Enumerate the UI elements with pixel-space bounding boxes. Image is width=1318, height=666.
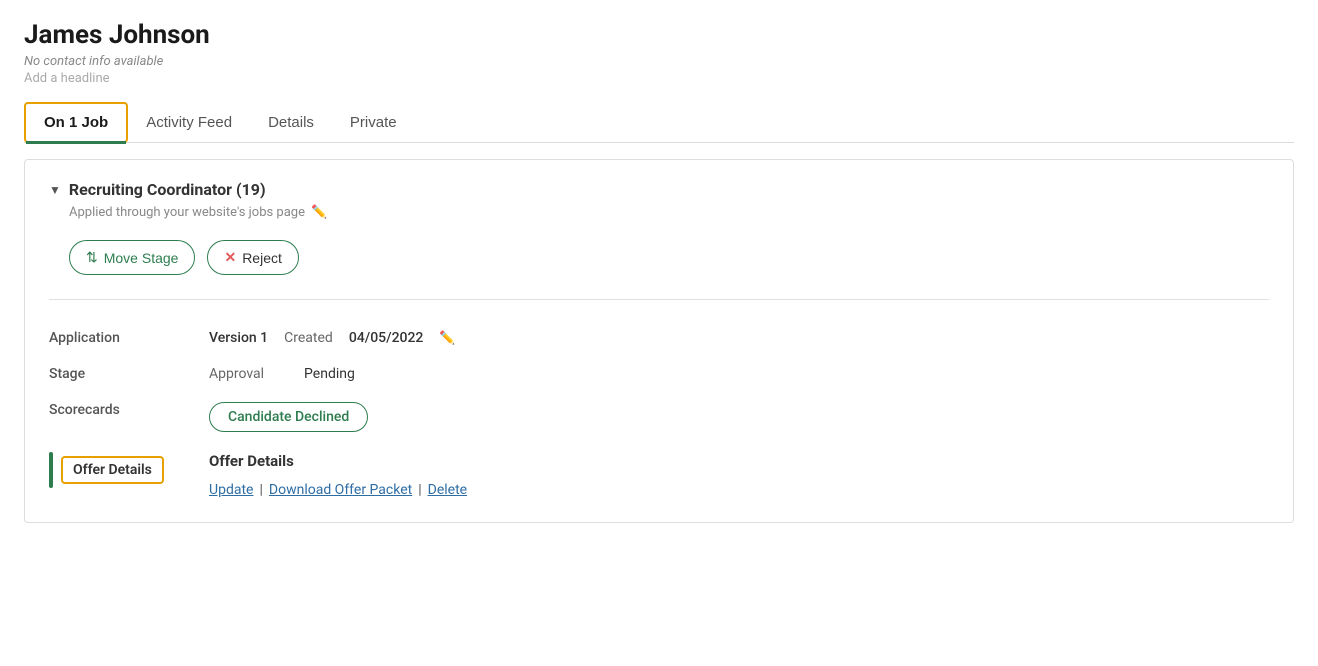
scorecards-value: Candidate Declined <box>209 392 1269 442</box>
offer-bar-indicator <box>49 452 53 488</box>
offer-details-value: Offer Details Update | Download Offer Pa… <box>209 442 1269 498</box>
move-stage-label: Move Stage <box>104 250 179 266</box>
candidate-declined-badge: Candidate Declined <box>209 402 368 432</box>
info-grid: Application Version 1 Created 04/05/2022… <box>49 320 1269 498</box>
candidate-header: James Johnson No contact info available … <box>24 20 1294 86</box>
created-label: Created <box>284 330 333 346</box>
pending-label: Pending <box>304 366 355 382</box>
job-panel: ▼ Recruiting Coordinator (19) Applied th… <box>24 159 1294 523</box>
move-stage-icon: ⇅ <box>86 249 98 266</box>
application-label: Application <box>49 320 209 356</box>
applied-through-text: Applied through your website's jobs page <box>69 205 305 220</box>
tab-details[interactable]: Details <box>250 102 332 142</box>
tab-activity-feed[interactable]: Activity Feed <box>128 102 250 142</box>
offer-links: Update | Download Offer Packet | Delete <box>209 482 467 498</box>
job-title: Recruiting Coordinator (19) <box>69 180 266 199</box>
download-link[interactable]: Download Offer Packet <box>269 482 412 498</box>
tab-private[interactable]: Private <box>332 102 415 142</box>
reject-button[interactable]: ✕ Reject <box>207 240 298 275</box>
edit-icon[interactable]: ✏️ <box>311 205 327 220</box>
delete-link[interactable]: Delete <box>428 482 467 498</box>
created-date: 04/05/2022 <box>349 330 424 346</box>
application-value: Version 1 Created 04/05/2022 ✏️ <box>209 320 1269 356</box>
sep-2: | <box>418 482 421 498</box>
sep-1: | <box>259 482 262 498</box>
divider <box>49 299 1269 300</box>
stage-label: Stage <box>49 356 209 392</box>
no-contact-info: No contact info available <box>24 54 1294 69</box>
action-buttons: ⇅ Move Stage ✕ Reject <box>69 240 1269 275</box>
offer-details-label-row: Offer Details <box>49 442 209 498</box>
scorecards-label: Scorecards <box>49 392 209 442</box>
offer-details-title: Offer Details <box>209 452 294 470</box>
tabs-bar: On 1 Job Activity Feed Details Private <box>24 102 1294 143</box>
update-link[interactable]: Update <box>209 482 253 498</box>
candidate-name: James Johnson <box>24 20 1294 50</box>
reject-icon: ✕ <box>224 249 236 266</box>
version-label: Version 1 <box>209 330 268 346</box>
job-header: ▼ Recruiting Coordinator (19) <box>49 180 1269 199</box>
move-stage-button[interactable]: ⇅ Move Stage <box>69 240 195 275</box>
stage-value: Approval Pending <box>209 356 1269 392</box>
collapse-icon[interactable]: ▼ <box>49 183 61 197</box>
tab-on-job[interactable]: On 1 Job <box>24 102 128 143</box>
add-headline[interactable]: Add a headline <box>24 71 1294 86</box>
approval-label: Approval <box>209 366 264 382</box>
offer-details-label[interactable]: Offer Details <box>61 456 164 484</box>
date-edit-icon[interactable]: ✏️ <box>439 331 455 346</box>
reject-label: Reject <box>242 250 282 266</box>
applied-through: Applied through your website's jobs page… <box>69 205 1269 220</box>
